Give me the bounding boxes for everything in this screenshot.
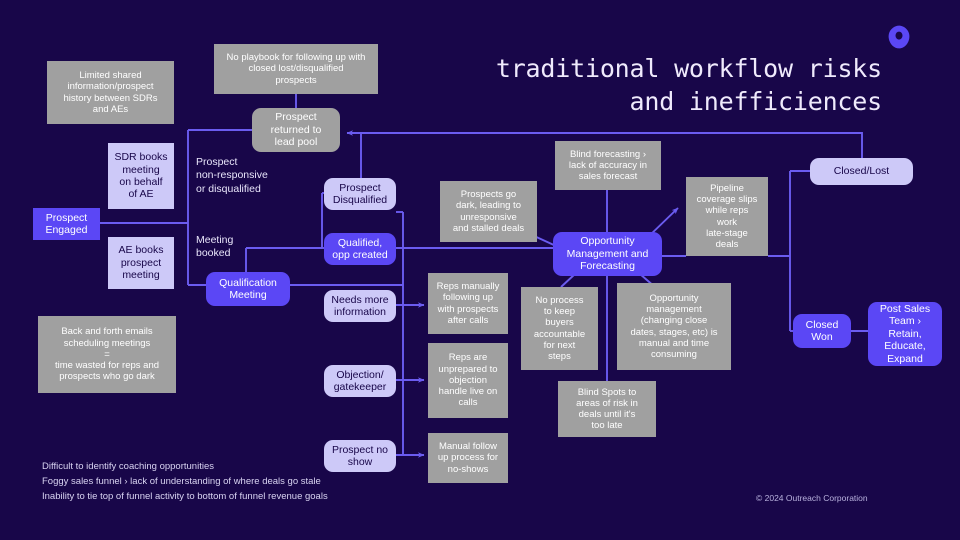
node-blind-forecasting[interactable]: Blind forecasting › lack of accuracy in …	[555, 141, 661, 190]
node-prospect-disqualified[interactable]: Prospect Disqualified	[324, 178, 396, 210]
node-prospect-no-show[interactable]: Prospect no show	[324, 440, 396, 472]
footnote-2: Foggy sales funnel › lack of understandi…	[42, 476, 321, 487]
node-ae-books-prospect-meeting[interactable]: AE books prospect meeting	[108, 237, 174, 289]
node-no-playbook[interactable]: No playbook for following up with closed…	[214, 44, 378, 94]
edge-label-prospect-non-responsive: Prospect non-responsive or disqualified	[196, 156, 268, 195]
node-qualified-opp-created[interactable]: Qualified, opp created	[324, 233, 396, 265]
node-closed-lost[interactable]: Closed/Lost	[810, 158, 913, 185]
node-qualification-meeting[interactable]: Qualification Meeting	[206, 272, 290, 306]
node-manual-follow-up-no-shows[interactable]: Manual follow up process for no-shows	[428, 433, 508, 483]
footnote-1: Difficult to identify coaching opportuni…	[42, 461, 214, 472]
node-opportunity-management-forecasting[interactable]: Opportunity Management and Forecasting	[553, 232, 662, 276]
node-prospects-go-dark[interactable]: Prospects go dark, leading to unresponsi…	[440, 181, 537, 242]
node-prospect-engaged[interactable]: Prospect Engaged	[33, 208, 100, 240]
node-no-process-buyers-accountable[interactable]: No process to keep buyers accountable fo…	[521, 287, 598, 370]
node-post-sales-team[interactable]: Post Sales Team › Retain, Educate, Expan…	[868, 302, 942, 366]
node-reps-manually-following-up[interactable]: Reps manually following up with prospect…	[428, 273, 508, 334]
node-prospect-returned-to-lead-pool[interactable]: Prospect returned to lead pool	[252, 108, 340, 152]
footnotes: Difficult to identify coaching opportuni…	[42, 459, 328, 504]
footnote-3: Inability to tie top of funnel activity …	[42, 491, 328, 502]
node-reps-unprepared-objection[interactable]: Reps are unprepared to objection handle …	[428, 343, 508, 418]
node-opportunity-management-manual[interactable]: Opportunity management (changing close d…	[617, 283, 731, 370]
node-closed-won[interactable]: Closed Won	[793, 314, 851, 348]
outreach-logo-icon	[888, 25, 910, 49]
node-needs-more-information[interactable]: Needs more information	[324, 290, 396, 322]
copyright-notice: © 2024 Outreach Corporation	[756, 493, 868, 503]
node-sdr-books-meeting[interactable]: SDR books meeting on behalf of AE	[108, 143, 174, 209]
node-objection-gatekeeper[interactable]: Objection/ gatekeeper	[324, 365, 396, 397]
node-pipeline-coverage-slips[interactable]: Pipeline coverage slips while reps work …	[686, 177, 768, 256]
node-back-and-forth-emails[interactable]: Back and forth emails scheduling meeting…	[38, 316, 176, 393]
edge-label-meeting-booked: Meeting booked	[196, 234, 234, 260]
page-title: traditional workflow risks and inefficie…	[495, 54, 882, 116]
node-limited-shared-information[interactable]: Limited shared information/prospect hist…	[47, 61, 174, 124]
node-blind-spots-areas-of-risk[interactable]: Blind Spots to areas of risk in deals un…	[558, 381, 656, 437]
diagram-canvas: traditional workflow risks and inefficie…	[0, 0, 960, 540]
